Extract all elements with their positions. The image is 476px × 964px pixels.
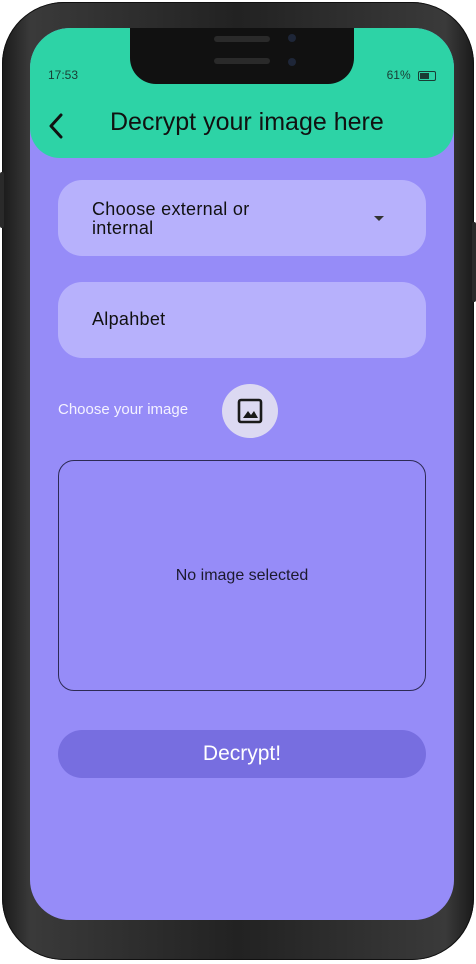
battery-icon <box>418 70 436 81</box>
source-select-value: Choose external or internal <box>92 199 250 238</box>
app-bar: 17:53 61% Decrypt your image here <box>30 28 454 158</box>
front-camera <box>288 58 296 66</box>
speaker-grille <box>214 36 270 42</box>
image-preview: No image selected <box>58 460 426 691</box>
image-icon <box>237 398 263 424</box>
status-battery: 61% <box>387 68 436 82</box>
app-screen: 17:53 61% Decrypt your image here Choose… <box>30 28 454 920</box>
back-button[interactable] <box>46 112 70 142</box>
alphabet-field[interactable]: Alpahbet <box>58 282 426 358</box>
camera-notch <box>130 28 354 84</box>
choose-image-label: Choose your image <box>58 401 189 418</box>
preview-empty-text: No image selected <box>175 567 309 584</box>
front-camera <box>288 34 296 42</box>
back-arrow-icon <box>49 113 63 139</box>
chevron-down-icon <box>374 216 384 221</box>
page-title: Decrypt your image here <box>110 108 384 136</box>
battery-percent: 61% <box>386 68 411 82</box>
phone-frame: 17:53 61% Decrypt your image here Choose… <box>0 2 476 960</box>
phone-power-button <box>472 222 476 302</box>
decrypt-button[interactable]: Decrypt! <box>58 730 426 778</box>
phone-volume-button <box>0 172 4 228</box>
status-time: 17:53 <box>48 68 79 82</box>
speaker-grille <box>214 58 270 64</box>
alphabet-field-value: Alpahbet <box>92 309 166 329</box>
choose-image-button[interactable] <box>222 384 278 438</box>
source-select[interactable]: Choose external or internal <box>58 180 426 256</box>
